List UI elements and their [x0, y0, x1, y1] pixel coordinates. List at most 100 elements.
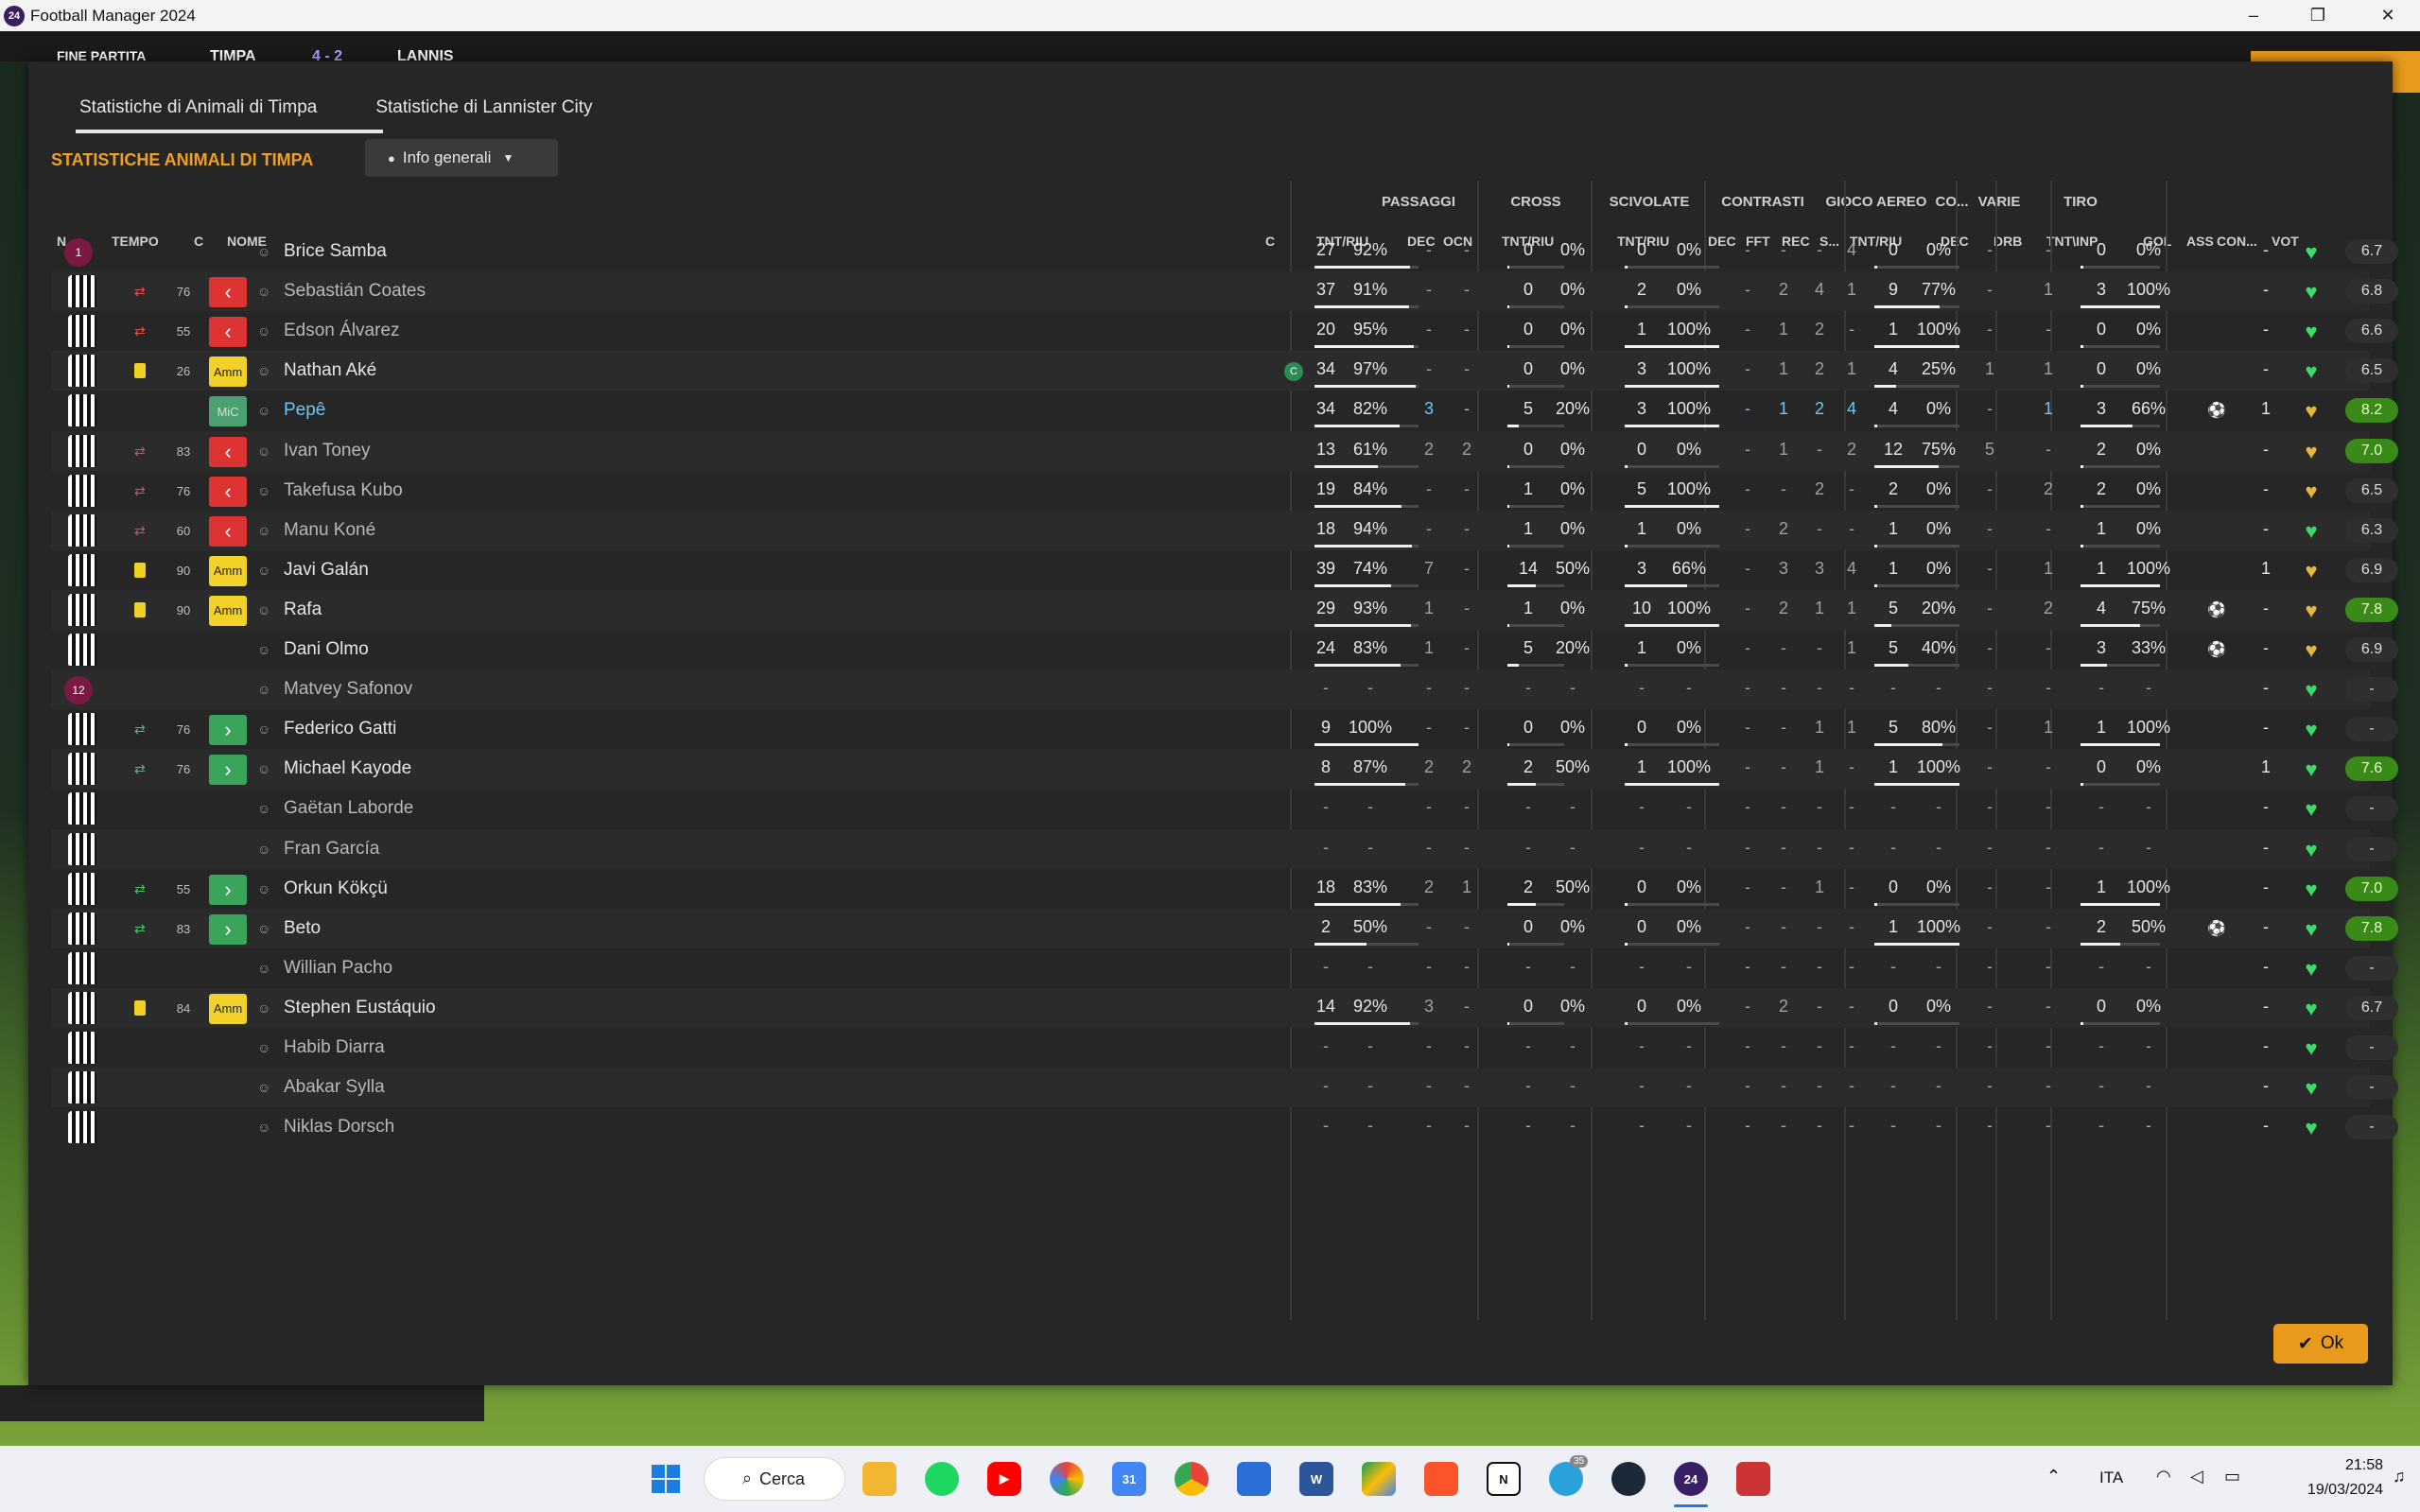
player-row[interactable]: ☺ Willian Pacho - - - - - - - - - - - - - - - - - - - ♥ - [51, 948, 2398, 988]
slide-bar [1625, 504, 1719, 508]
taskbar-search[interactable]: ⌕ Cerca [704, 1457, 845, 1501]
goal-ball-icon: ⚽ [2207, 642, 2226, 658]
volume-icon[interactable]: ◁ [2190, 1467, 2203, 1486]
trello-icon[interactable] [1237, 1462, 1271, 1496]
ok-button[interactable]: ✔ Ok [2273, 1324, 2368, 1364]
player-row[interactable]: ⇄ 76 ‹ ☺ Sebastián Coates 37 91% - - 0 0% 2 0% - 2 4 1 9 7… [51, 271, 2398, 312]
player-row[interactable]: ⇄ 76 › ☺ Federico Gatti 9 100% - - 0 0% 0 0% - - 1 1 5 80%… [51, 709, 2398, 749]
player-row[interactable]: MiC ☺ Pepê 34 82% 3 - 5 20% 3 100% - 1 2 4 4 0% - 1 3 66% ⚽ 1 ♥… [51, 391, 2398, 430]
youtube-icon[interactable]: ▶ [987, 1462, 1021, 1496]
player-row[interactable]: ⇄ 83 ‹ ☺ Ivan Toney 13 61% 2 2 0 0% 0 0% - 1 - 2 12 75% 5 - 2… [51, 430, 2398, 471]
file-explorer-icon[interactable] [862, 1462, 897, 1496]
app-icon[interactable] [1736, 1462, 1770, 1496]
windows-start-icon[interactable] [649, 1462, 683, 1496]
rating-badge: 6.9 [2345, 557, 2398, 582]
player-row[interactable]: ☺ Gaëtan Laborde - - - - - - - - - - - - - - - - - - - ♥ - [51, 789, 2398, 828]
player-row[interactable]: ⇄ 60 ‹ ☺ Manu Koné 18 94% - - 1 0% 1 0% - 2 - - 1 0% - - 1 0% -… [51, 510, 2398, 550]
chrome-icon[interactable] [1175, 1462, 1209, 1496]
player-name[interactable]: Fran García [284, 839, 379, 860]
player-name[interactable]: Stephen Eustáquio [284, 998, 436, 1018]
player-row[interactable]: ☺ Fran García - - - - - - - - - - - - - - - - - - - ♥ - [51, 828, 2398, 869]
player-name[interactable]: Brice Samba [284, 241, 387, 262]
co-dec: - [1987, 1036, 1993, 1055]
player-name[interactable]: Abakar Sylla [284, 1077, 385, 1098]
battery-icon[interactable]: ▭ [2224, 1467, 2240, 1486]
player-row[interactable]: 90 Amm ☺ Javi Galán 39 74% 7 - 14 50% 3 66% - 3 3 4 1 0% -… [51, 550, 2398, 590]
notification-bell-icon[interactable]: ♫ [2393, 1467, 2406, 1486]
cross-tnt: 5 [1523, 399, 1533, 419]
tab-home-stats[interactable]: Statistiche di Animali di Timpa [76, 90, 384, 133]
rating-badge: 7.8 [2345, 597, 2398, 622]
player-row[interactable]: 12 ☺ Matvey Safonov - - - - - - - - - - - - - - - - - - - ♥ - [51, 669, 2398, 710]
word-icon[interactable]: W [1299, 1462, 1333, 1496]
aerial-bar [1874, 783, 1959, 787]
player-row[interactable]: 26 Amm ☺ Nathan Aké C 34 97% - -0 0% 3 100% -1 2 1 4 25%… [51, 351, 2398, 391]
tab-away-stats[interactable]: Statistiche di Lannister City [372, 90, 596, 133]
player-row[interactable]: ☺ Abakar Sylla - - - - - - - - - - - - - - - - - - - ♥ - [51, 1068, 2398, 1108]
player-name[interactable]: Niklas Dorsch [284, 1117, 394, 1138]
player-row[interactable]: ☺ Dani Olmo 24 83% 1 - 5 20% 1 0% - - - 1 5 40% - - 3 33% ⚽ -… [51, 630, 2398, 669]
player-row[interactable]: ⇄ 76 ‹ ☺ Takefusa Kubo 19 84% - - 1 0% 5 100% - - 2 - 2 0%… [51, 471, 2398, 511]
tackle-0: - [1745, 638, 1750, 657]
tackle-0: - [1745, 877, 1750, 896]
clock-time[interactable]: 21:58 [2317, 1457, 2383, 1474]
condition-heart-icon: ♥ [2305, 598, 2318, 622]
slide-riu: - [1686, 1036, 1692, 1055]
pass-tnt: - [1323, 797, 1329, 817]
player-name[interactable]: Javi Galán [284, 560, 369, 581]
chevron-up-icon[interactable]: ⌃ [2046, 1467, 2061, 1486]
calendar-icon[interactable]: 31 [1112, 1462, 1146, 1496]
player-name[interactable]: Edson Álvarez [284, 321, 400, 341]
football-manager-icon[interactable]: 24 [1674, 1462, 1708, 1496]
player-name[interactable]: Sebastián Coates [284, 281, 426, 302]
player-name[interactable]: Gaëtan Laborde [284, 798, 413, 819]
view-dropdown[interactable]: ● Info generali ▼ [365, 139, 558, 177]
tackle-3: - [1849, 956, 1854, 976]
player-name[interactable]: Ivan Toney [284, 441, 371, 461]
language-indicator[interactable]: ITA [2099, 1469, 2123, 1487]
player-name[interactable]: Willian Pacho [284, 958, 392, 979]
photos-icon[interactable] [1050, 1462, 1084, 1496]
player-name[interactable]: Habib Diarra [284, 1037, 385, 1058]
player-name[interactable]: Beto [284, 918, 321, 939]
shots-tnt: 0 [2096, 359, 2106, 379]
clock-date[interactable]: 19/03/2024 [2270, 1482, 2383, 1499]
player-name[interactable]: Nathan Aké [284, 360, 376, 381]
wifi-icon[interactable]: ◠ [2156, 1467, 2171, 1486]
player-name[interactable]: Takefusa Kubo [284, 480, 403, 501]
aerial-tnt: - [1890, 797, 1896, 817]
player-row[interactable]: 90 Amm ☺ Rafa 29 93% 1 - 1 0% 10 100% - 2 1 1 5 20% - 2 4 75%… [51, 589, 2398, 630]
player-name[interactable]: Manu Koné [284, 520, 375, 541]
team-tabs: Statistiche di Animali di Timpa Statisti… [76, 90, 597, 133]
brave-icon[interactable] [1424, 1462, 1458, 1496]
slide-bar [1625, 942, 1628, 946]
player-row[interactable]: ☺ Habib Diarra - - - - - - - - - - - - - - - - - - - ♥ - [51, 1028, 2398, 1068]
player-row[interactable]: ☺ Niklas Dorsch - - - - - - - - - - - - - - - - - - - ♥ - [51, 1107, 2398, 1147]
maximize-button[interactable]: ❐ [2286, 0, 2350, 31]
slide-tnt: 0 [1636, 877, 1646, 896]
player-row[interactable]: 84 Amm ☺ Stephen Eustáquio 14 92% 3 - 0 0% 0 0% - 2 - -… [51, 987, 2398, 1028]
google-drive-icon[interactable] [1362, 1462, 1396, 1496]
player-name[interactable]: Orkun Kökçü [284, 878, 388, 899]
close-button[interactable]: ✕ [2356, 0, 2420, 31]
player-name[interactable]: Dani Olmo [284, 639, 369, 660]
pass-tnt: 9 [1320, 718, 1331, 738]
steam-icon[interactable] [1611, 1462, 1645, 1496]
player-name[interactable]: Rafa [284, 600, 322, 620]
player-name[interactable]: Federico Gatti [284, 719, 396, 739]
player-row[interactable]: ⇄ 76 › ☺ Michael Kayode 8 87% 2 2 2 50% 1 100% - -1-1 1… [51, 749, 2398, 790]
player-name[interactable]: Matvey Safonov [284, 679, 412, 700]
tackle-1: - [1781, 877, 1786, 896]
tackle-0: - [1745, 439, 1750, 459]
player-name[interactable]: Pepê [284, 400, 325, 421]
notion-icon[interactable]: N [1487, 1462, 1521, 1496]
minimize-button[interactable]: – [2221, 0, 2286, 31]
player-row[interactable]: ⇄ 55 ‹ ☺ Edson Álvarez 20 95% - - 0 0% 1 100% - 1 2 - 1 10… [51, 311, 2398, 351]
player-row[interactable]: 1 ☺ Brice Samba 27 92% - - 0 0% 0 0% - - - 4 0 0% - - 0 0% - ♥… [51, 232, 2398, 271]
spotify-icon[interactable] [925, 1462, 959, 1496]
player-name[interactable]: Michael Kayode [284, 758, 411, 779]
cross-bar [1507, 1021, 1509, 1025]
slide-bar-track [1625, 664, 1719, 667]
player-row[interactable]: ⇄ 55 › ☺ Orkun Kökçü 18 83% 2 1 2 50% 0 0% - - 1 - 0 0% - - 1… [51, 869, 2398, 909]
player-row[interactable]: ⇄ 83 › ☺ Beto 2 50% - - 0 0% 0 0% - - - - 1 100% - - 2 50% ⚽ - ♥ 7… [51, 908, 2398, 948]
